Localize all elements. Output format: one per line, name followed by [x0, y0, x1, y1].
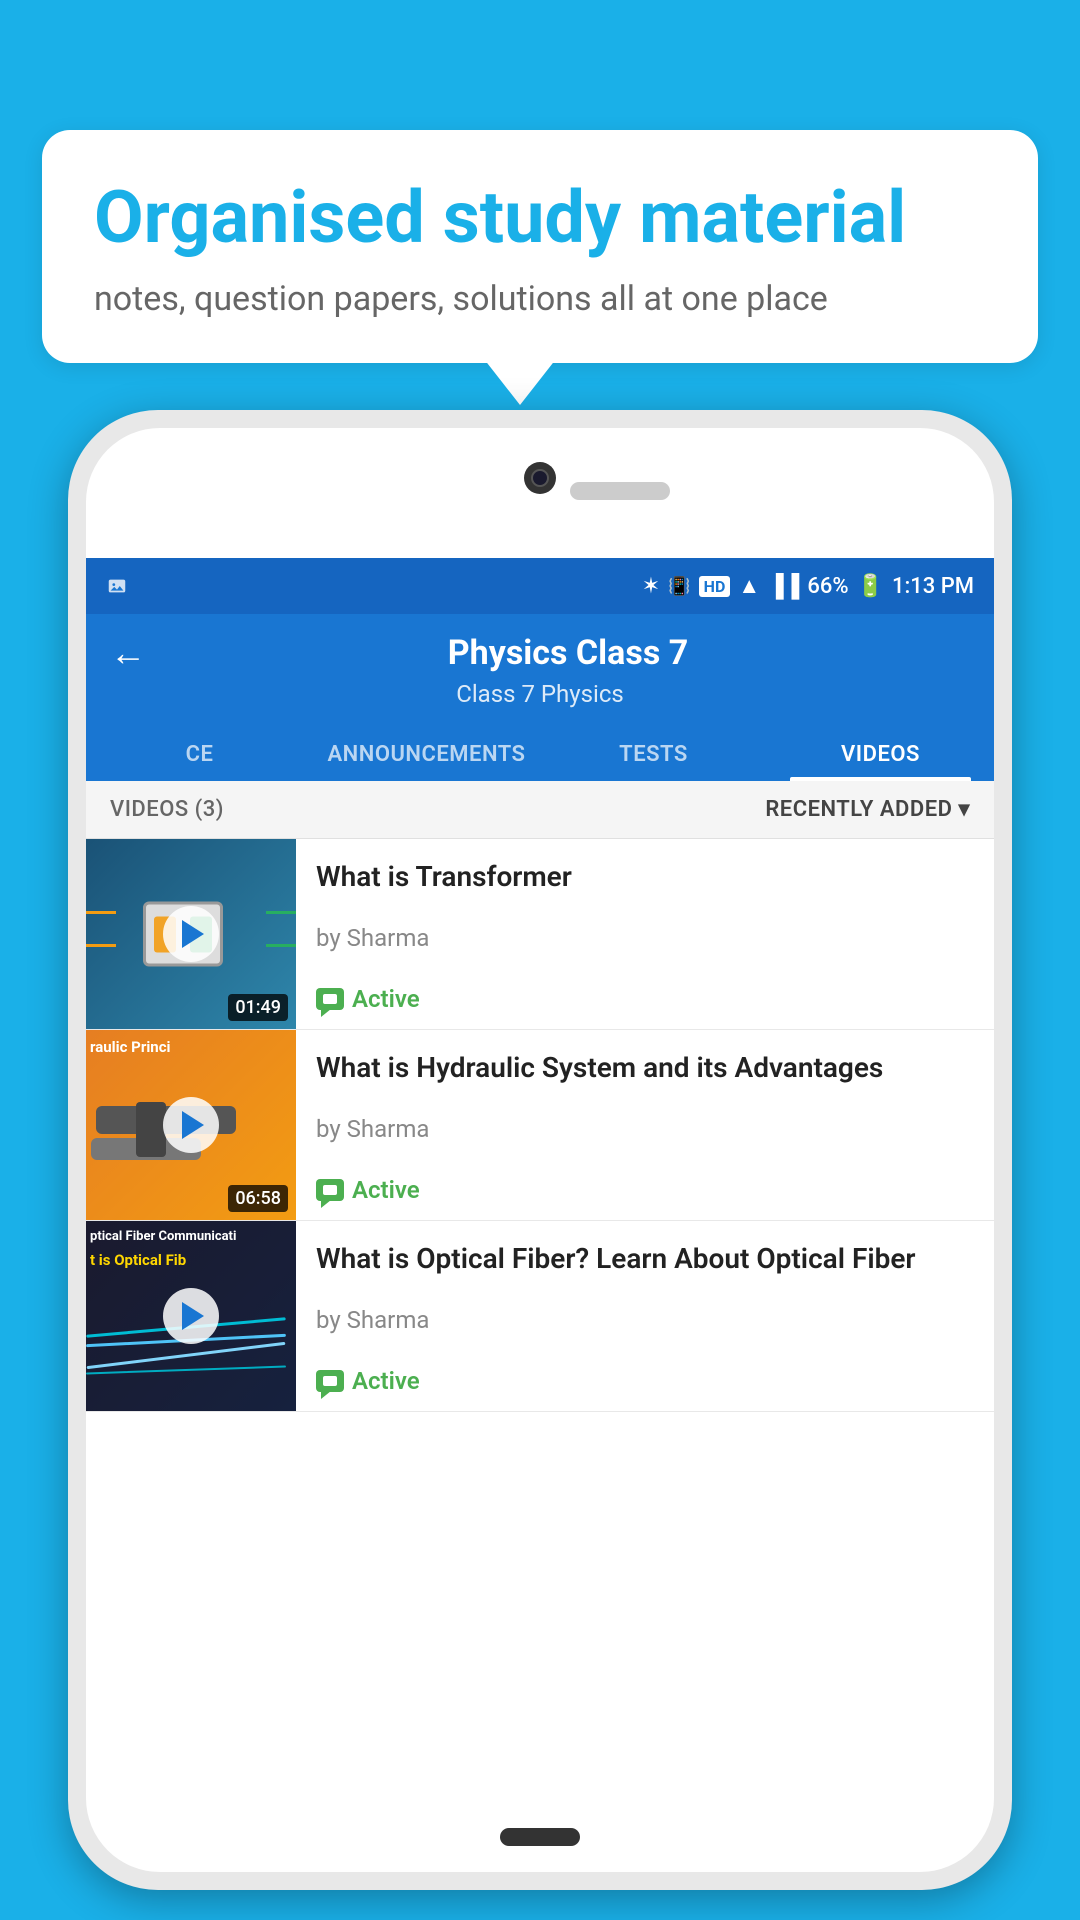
hd-badge: HD: [699, 576, 731, 597]
video-list: 01:49 What is Transformer by Sharma Acti…: [86, 839, 994, 1792]
thumb-text-3b: t is Optical Fib: [90, 1251, 186, 1269]
chat-svg-2: [323, 1185, 337, 1195]
tab-videos[interactable]: VIDEOS: [767, 724, 994, 781]
bubble-title: Organised study material: [94, 178, 986, 257]
camera-lens: [531, 469, 549, 487]
duration-badge-2: 06:58: [228, 1185, 288, 1212]
speech-bubble: Organised study material notes, question…: [42, 130, 1038, 363]
list-item[interactable]: ptical Fiber Communicati t is Optical Fi…: [86, 1221, 994, 1412]
video-count: VIDEOS (3): [110, 797, 224, 822]
chevron-down-icon: ▾: [958, 797, 970, 822]
app-bar-title: Physics Class 7: [166, 633, 970, 673]
video-status-1: Active: [316, 985, 974, 1013]
cylinder: [136, 1102, 166, 1157]
status-bar: ✶ 📳 HD ▲ ▐▐ 66% 🔋 1:13 PM: [86, 558, 994, 614]
status-active-3: Active: [352, 1367, 420, 1395]
image-icon: [106, 575, 128, 597]
wifi-icon: ▲: [738, 573, 760, 599]
filter-bar: VIDEOS (3) RECENTLY ADDED ▾: [86, 781, 994, 839]
play-button-3[interactable]: [163, 1288, 219, 1344]
tab-bar: CE ANNOUNCEMENTS TESTS VIDEOS: [86, 724, 994, 781]
wire-right: [266, 911, 296, 914]
app-bar-top: ← Physics Class 7: [110, 632, 970, 674]
wire-left: [86, 911, 116, 914]
signal-icon: ▐▐: [768, 573, 799, 599]
status-right: ✶ 📳 HD ▲ ▐▐ 66% 🔋 1:13 PM: [642, 573, 974, 599]
back-button[interactable]: ←: [110, 632, 146, 674]
status-active-2: Active: [352, 1176, 420, 1204]
duration-badge-1: 01:49: [228, 994, 288, 1021]
tab-announcements[interactable]: ANNOUNCEMENTS: [313, 724, 540, 781]
camera: [524, 462, 556, 494]
battery-percent: 66%: [807, 574, 848, 599]
status-left-icons: [106, 575, 128, 597]
list-item[interactable]: raulic Princi 06:58 What is Hydraulic S: [86, 1030, 994, 1221]
video-thumbnail-1[interactable]: 01:49: [86, 839, 296, 1029]
video-thumbnail-2[interactable]: raulic Princi 06:58: [86, 1030, 296, 1220]
video-title-2: What is Hydraulic System and its Advanta…: [316, 1050, 974, 1086]
chat-svg-3: [323, 1376, 337, 1386]
wire-right2: [266, 944, 296, 947]
phone-mockup: ✶ 📳 HD ▲ ▐▐ 66% 🔋 1:13 PM ← Physics Clas: [68, 410, 1012, 1920]
chat-icon-2: [316, 1179, 344, 1201]
speaker: [570, 482, 670, 500]
video-info-3: What is Optical Fiber? Learn About Optic…: [296, 1221, 994, 1411]
video-info-2: What is Hydraulic System and its Advanta…: [296, 1030, 994, 1220]
app-bar-subtitle: Class 7 Physics: [110, 680, 970, 708]
bluetooth-icon: ✶: [642, 574, 660, 599]
chat-icon-1: [316, 988, 344, 1010]
sort-button[interactable]: RECENTLY ADDED ▾: [765, 797, 970, 822]
chat-icon-3: [316, 1370, 344, 1392]
sort-label: RECENTLY ADDED: [765, 797, 952, 822]
video-author-2: by Sharma: [316, 1115, 974, 1143]
phone-outer: ✶ 📳 HD ▲ ▐▐ 66% 🔋 1:13 PM ← Physics Clas: [68, 410, 1012, 1890]
phone-screen: ✶ 📳 HD ▲ ▐▐ 66% 🔋 1:13 PM ← Physics Clas: [86, 428, 994, 1872]
chat-svg: [323, 994, 337, 1004]
video-title-1: What is Transformer: [316, 859, 974, 895]
battery-icon: 🔋: [857, 574, 884, 599]
vibrate-icon: 📳: [668, 576, 690, 597]
play-button-2[interactable]: [163, 1097, 219, 1153]
video-author-3: by Sharma: [316, 1306, 974, 1334]
status-active-1: Active: [352, 985, 420, 1013]
video-status-2: Active: [316, 1176, 974, 1204]
video-status-3: Active: [316, 1367, 974, 1395]
video-title-3: What is Optical Fiber? Learn About Optic…: [316, 1241, 974, 1277]
video-info-1: What is Transformer by Sharma Active: [296, 839, 994, 1029]
thumb-text-3a: ptical Fiber Communicati: [90, 1229, 236, 1245]
tab-tests[interactable]: TESTS: [540, 724, 767, 781]
app-bar: ← Physics Class 7 Class 7 Physics: [86, 614, 994, 724]
play-triangle: [182, 920, 204, 948]
play-triangle-3: [182, 1302, 204, 1330]
bubble-subtitle: notes, question papers, solutions all at…: [94, 279, 986, 319]
play-triangle-2: [182, 1111, 204, 1139]
video-author-1: by Sharma: [316, 924, 974, 952]
play-button-1[interactable]: [163, 906, 219, 962]
screen-content: ✶ 📳 HD ▲ ▐▐ 66% 🔋 1:13 PM ← Physics Clas: [86, 558, 994, 1792]
thumb-text-2: raulic Princi: [90, 1038, 170, 1056]
wire-left2: [86, 944, 116, 947]
video-thumbnail-3[interactable]: ptical Fiber Communicati t is Optical Fi…: [86, 1221, 296, 1411]
home-button[interactable]: [500, 1828, 580, 1846]
list-item[interactable]: 01:49 What is Transformer by Sharma Acti…: [86, 839, 994, 1030]
tab-ce[interactable]: CE: [86, 724, 313, 781]
clock: 1:13 PM: [892, 574, 974, 599]
